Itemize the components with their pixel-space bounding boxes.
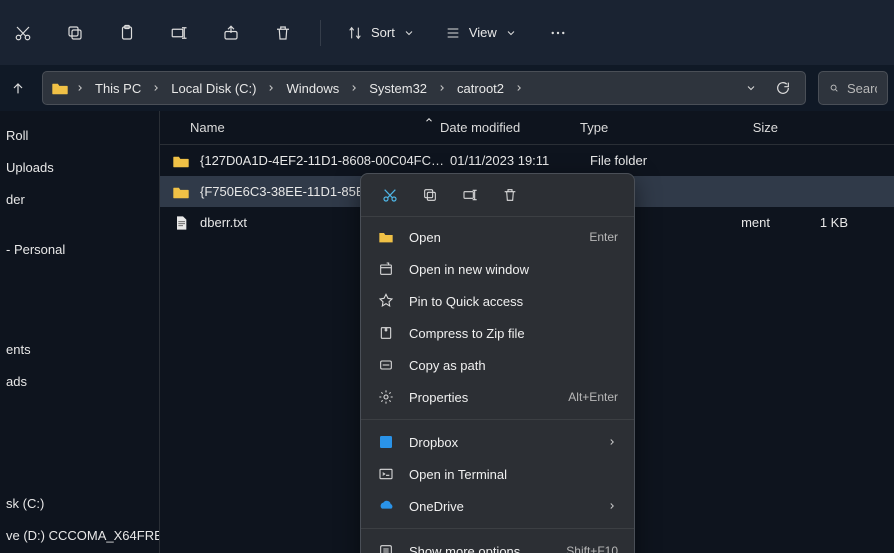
view-dropdown[interactable]: View bbox=[439, 16, 523, 50]
sidebar-item[interactable]: der bbox=[0, 183, 159, 215]
up-button[interactable] bbox=[6, 76, 30, 100]
new-window-icon bbox=[377, 260, 395, 278]
sidebar: Roll Uploads der - Personal ents ads sk … bbox=[0, 111, 160, 553]
sort-icon bbox=[347, 25, 363, 41]
chevron-right-icon bbox=[512, 81, 526, 95]
folder-icon bbox=[172, 152, 190, 170]
column-header: Name Date modified Type Size bbox=[160, 111, 894, 145]
file-type: File folder bbox=[590, 153, 710, 168]
context-properties[interactable]: Properties Alt+Enter bbox=[361, 381, 634, 413]
share-button[interactable] bbox=[214, 16, 248, 50]
more-options-icon bbox=[377, 542, 395, 553]
breadcrumb-item[interactable]: Local Disk (C:) bbox=[167, 81, 260, 96]
chevron-down-icon bbox=[403, 27, 415, 39]
context-menu-divider bbox=[361, 528, 634, 529]
paste-button[interactable] bbox=[110, 16, 144, 50]
column-date[interactable]: Date modified bbox=[440, 120, 580, 135]
context-compress-zip[interactable]: Compress to Zip file bbox=[361, 317, 634, 349]
onedrive-icon bbox=[377, 497, 395, 515]
rename-button[interactable] bbox=[162, 16, 196, 50]
sidebar-item[interactable]: ents bbox=[0, 333, 159, 365]
view-label: View bbox=[469, 25, 497, 40]
file-name: {127D0A1D-4EF2-11D1-8608-00C04FC295… bbox=[200, 153, 450, 168]
folder-icon bbox=[51, 81, 69, 95]
column-type[interactable]: Type bbox=[580, 120, 700, 135]
context-open-terminal[interactable]: Open in Terminal bbox=[361, 458, 634, 490]
sort-dropdown[interactable]: Sort bbox=[341, 16, 421, 50]
search-input[interactable] bbox=[847, 81, 877, 96]
sort-label: Sort bbox=[371, 25, 395, 40]
context-menu: Open Enter Open in new window Pin to Qui… bbox=[360, 173, 635, 553]
copy-path-icon bbox=[377, 356, 395, 374]
copy-button[interactable] bbox=[415, 182, 445, 208]
breadcrumb-item[interactable]: This PC bbox=[91, 81, 145, 96]
address-bar[interactable]: This PC Local Disk (C:) Windows System32… bbox=[42, 71, 806, 105]
history-dropdown-button[interactable] bbox=[737, 74, 765, 102]
context-show-more-options[interactable]: Show more options Shift+F10 bbox=[361, 535, 634, 553]
breadcrumb-item[interactable]: Windows bbox=[282, 81, 343, 96]
toolbar: Sort View bbox=[0, 0, 894, 65]
column-name[interactable]: Name bbox=[190, 120, 440, 135]
pin-icon bbox=[377, 292, 395, 310]
chevron-right-icon bbox=[149, 81, 163, 95]
context-copy-as-path[interactable]: Copy as path bbox=[361, 349, 634, 381]
delete-button[interactable] bbox=[495, 182, 525, 208]
dropbox-icon bbox=[377, 433, 395, 451]
file-size: 1 KB bbox=[770, 215, 848, 230]
sidebar-item[interactable] bbox=[0, 283, 159, 315]
context-menu-divider bbox=[361, 419, 634, 420]
context-open[interactable]: Open Enter bbox=[361, 221, 634, 253]
chevron-right-icon bbox=[73, 81, 87, 95]
sort-indicator-icon bbox=[424, 115, 434, 125]
main-area: Roll Uploads der - Personal ents ads sk … bbox=[0, 111, 894, 553]
context-onedrive[interactable]: OneDrive bbox=[361, 490, 634, 522]
delete-button[interactable] bbox=[266, 16, 300, 50]
folder-icon bbox=[172, 183, 190, 201]
toolbar-separator bbox=[320, 20, 321, 46]
chevron-right-icon bbox=[606, 501, 618, 511]
sidebar-item[interactable]: Uploads bbox=[0, 151, 159, 183]
context-dropbox[interactable]: Dropbox bbox=[361, 426, 634, 458]
chevron-right-icon bbox=[347, 81, 361, 95]
chevron-down-icon bbox=[505, 27, 517, 39]
properties-icon bbox=[377, 388, 395, 406]
context-menu-quick-actions bbox=[361, 174, 634, 217]
column-size[interactable]: Size bbox=[700, 120, 778, 135]
sidebar-item[interactable]: ads bbox=[0, 365, 159, 397]
chevron-right-icon bbox=[264, 81, 278, 95]
sidebar-item[interactable]: ve (D:) CCCOMA_X64FRE_E bbox=[0, 519, 159, 551]
sidebar-item[interactable] bbox=[0, 415, 159, 447]
cut-button[interactable] bbox=[6, 16, 40, 50]
rename-button[interactable] bbox=[455, 182, 485, 208]
copy-button[interactable] bbox=[58, 16, 92, 50]
view-icon bbox=[445, 25, 461, 41]
breadcrumb-item[interactable]: System32 bbox=[365, 81, 431, 96]
file-date: 01/11/2023 19:11 bbox=[450, 153, 590, 168]
more-button[interactable] bbox=[541, 16, 575, 50]
nav-row: This PC Local Disk (C:) Windows System32… bbox=[0, 65, 894, 111]
chevron-right-icon bbox=[435, 81, 449, 95]
sidebar-item[interactable]: Roll bbox=[0, 119, 159, 151]
content-area: Name Date modified Type Size {127D0A1D-4… bbox=[160, 111, 894, 553]
breadcrumb-item[interactable]: catroot2 bbox=[453, 81, 508, 96]
text-file-icon bbox=[172, 214, 190, 232]
search-icon bbox=[829, 80, 839, 96]
sidebar-item[interactable]: - Personal bbox=[0, 233, 159, 265]
refresh-button[interactable] bbox=[769, 74, 797, 102]
chevron-right-icon bbox=[606, 437, 618, 447]
cut-button[interactable] bbox=[375, 182, 405, 208]
sidebar-item[interactable]: sk (C:) bbox=[0, 487, 159, 519]
zip-icon bbox=[377, 324, 395, 342]
context-pin-quick-access[interactable]: Pin to Quick access bbox=[361, 285, 634, 317]
terminal-icon bbox=[377, 465, 395, 483]
folder-open-icon bbox=[377, 228, 395, 246]
search-box[interactable] bbox=[818, 71, 888, 105]
table-row[interactable]: {127D0A1D-4EF2-11D1-8608-00C04FC295… 01/… bbox=[160, 145, 894, 176]
context-open-new-window[interactable]: Open in new window bbox=[361, 253, 634, 285]
